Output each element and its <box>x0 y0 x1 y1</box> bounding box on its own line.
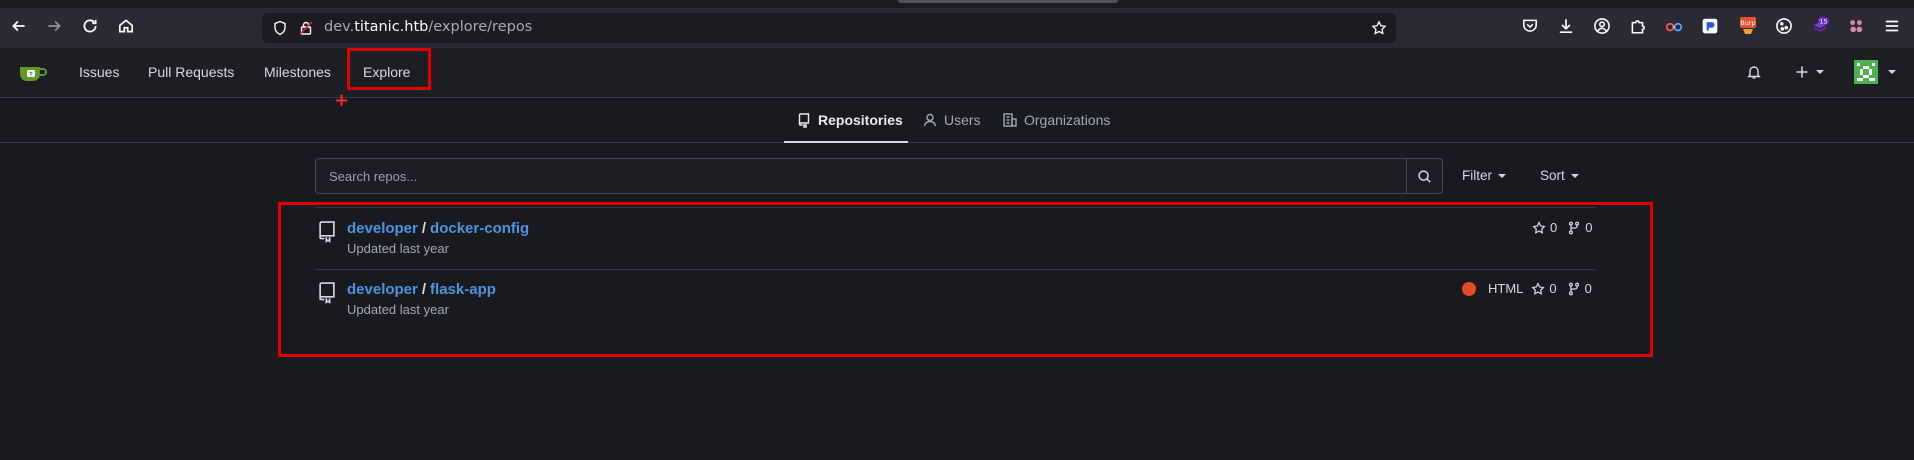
active-tab-edge[interactable] <box>898 0 1118 3</box>
tab-users[interactable]: Users <box>922 112 981 128</box>
burp-label: Burp <box>1740 19 1755 27</box>
chevron-down-icon <box>1570 174 1579 179</box>
cookie-extension[interactable] <box>1774 16 1794 36</box>
sort-label: Sort <box>1540 168 1565 183</box>
repo-search <box>315 158 1443 194</box>
person-icon <box>923 113 937 127</box>
explore-tabs: Repositories Users Organizations <box>0 98 1914 143</box>
proxy-switch-icon <box>1702 18 1718 34</box>
hamburger-menu-icon <box>1885 20 1899 32</box>
reload-button[interactable] <box>78 14 102 38</box>
avatar <box>1854 60 1878 84</box>
extension-badge-count: 15 <box>1819 17 1827 25</box>
home-button[interactable] <box>114 14 138 38</box>
burp-badge-icon: Burp <box>1740 17 1756 34</box>
search-icon <box>1418 169 1431 183</box>
chevron-down-icon <box>1498 174 1506 179</box>
active-tab-indicator <box>784 141 908 143</box>
bell-icon[interactable] <box>1746 64 1762 80</box>
downloads-button[interactable] <box>1556 16 1576 36</box>
plus-icon <box>1796 66 1808 78</box>
nav-pull-requests[interactable]: Pull Requests <box>148 64 234 80</box>
organization-icon <box>1003 113 1017 127</box>
address-bar[interactable]: dev.titanic.htb/explore/repos <box>262 13 1396 43</box>
url-prefix: dev. <box>324 19 355 35</box>
repo-list-annotation-box <box>278 202 1653 357</box>
hacktools-extension[interactable]: 15 <box>1810 16 1830 36</box>
cookie-icon <box>1776 18 1792 34</box>
forward-button[interactable] <box>42 14 66 38</box>
tab-organizations-label: Organizations <box>1024 112 1111 128</box>
pocket-icon <box>1523 19 1537 32</box>
search-input[interactable] <box>316 159 1406 193</box>
repo-icon <box>798 113 810 128</box>
reload-icon <box>83 19 97 33</box>
account-button[interactable] <box>1592 16 1612 36</box>
chevron-down-icon <box>1888 70 1896 74</box>
url-path: /explore/repos <box>428 19 533 35</box>
sort-dropdown[interactable]: Sort <box>1540 168 1579 183</box>
gitea-navbar: Issues Pull Requests Milestones Explore <box>0 48 1914 98</box>
user-menu[interactable] <box>1854 60 1898 84</box>
create-new-menu[interactable] <box>1794 62 1828 82</box>
pocket-button[interactable] <box>1520 16 1540 36</box>
proxy-extension[interactable] <box>1700 16 1720 36</box>
back-arrow-icon <box>12 20 25 32</box>
back-button[interactable] <box>7 14 31 38</box>
bookmark-star-icon[interactable] <box>1371 20 1387 36</box>
tab-users-label: Users <box>944 112 981 128</box>
filter-dropdown[interactable]: Filter <box>1462 168 1506 183</box>
forward-arrow-icon <box>48 20 61 32</box>
url-host: titanic.htb <box>354 19 429 35</box>
purple-shield-icon: 15 <box>1814 17 1829 32</box>
tab-repositories-label: Repositories <box>818 112 903 128</box>
puzzle-icon <box>1631 20 1645 34</box>
tracking-shield-icon[interactable] <box>272 20 288 36</box>
glasses-icon <box>1665 22 1683 32</box>
nav-issues[interactable]: Issues <box>79 64 119 80</box>
download-icon <box>1559 19 1573 34</box>
filter-label: Filter <box>1462 168 1492 183</box>
url-text: dev.titanic.htb/explore/repos <box>324 19 532 35</box>
account-circle-icon <box>1594 18 1610 34</box>
extensions-button[interactable] <box>1628 16 1648 36</box>
chevron-down-icon <box>1816 70 1824 74</box>
burp-extension[interactable]: Burp <box>1738 16 1758 36</box>
search-button[interactable] <box>1406 159 1442 193</box>
app-menu-button[interactable] <box>1882 16 1902 36</box>
paw-icon <box>1850 20 1863 33</box>
gitea-logo[interactable] <box>18 63 48 83</box>
paw-extension[interactable] <box>1846 16 1866 36</box>
wappalyzer-extension[interactable] <box>1664 16 1684 36</box>
browser-toolbar: dev.titanic.htb/explore/repos Burp 15 <box>0 0 1914 48</box>
home-icon <box>118 19 134 33</box>
nav-milestones[interactable]: Milestones <box>264 64 331 80</box>
explore-annotation-box <box>347 48 431 90</box>
tab-organizations[interactable]: Organizations <box>1002 112 1110 128</box>
insecure-lock-icon[interactable] <box>298 20 314 36</box>
tab-repositories[interactable]: Repositories <box>796 112 903 128</box>
